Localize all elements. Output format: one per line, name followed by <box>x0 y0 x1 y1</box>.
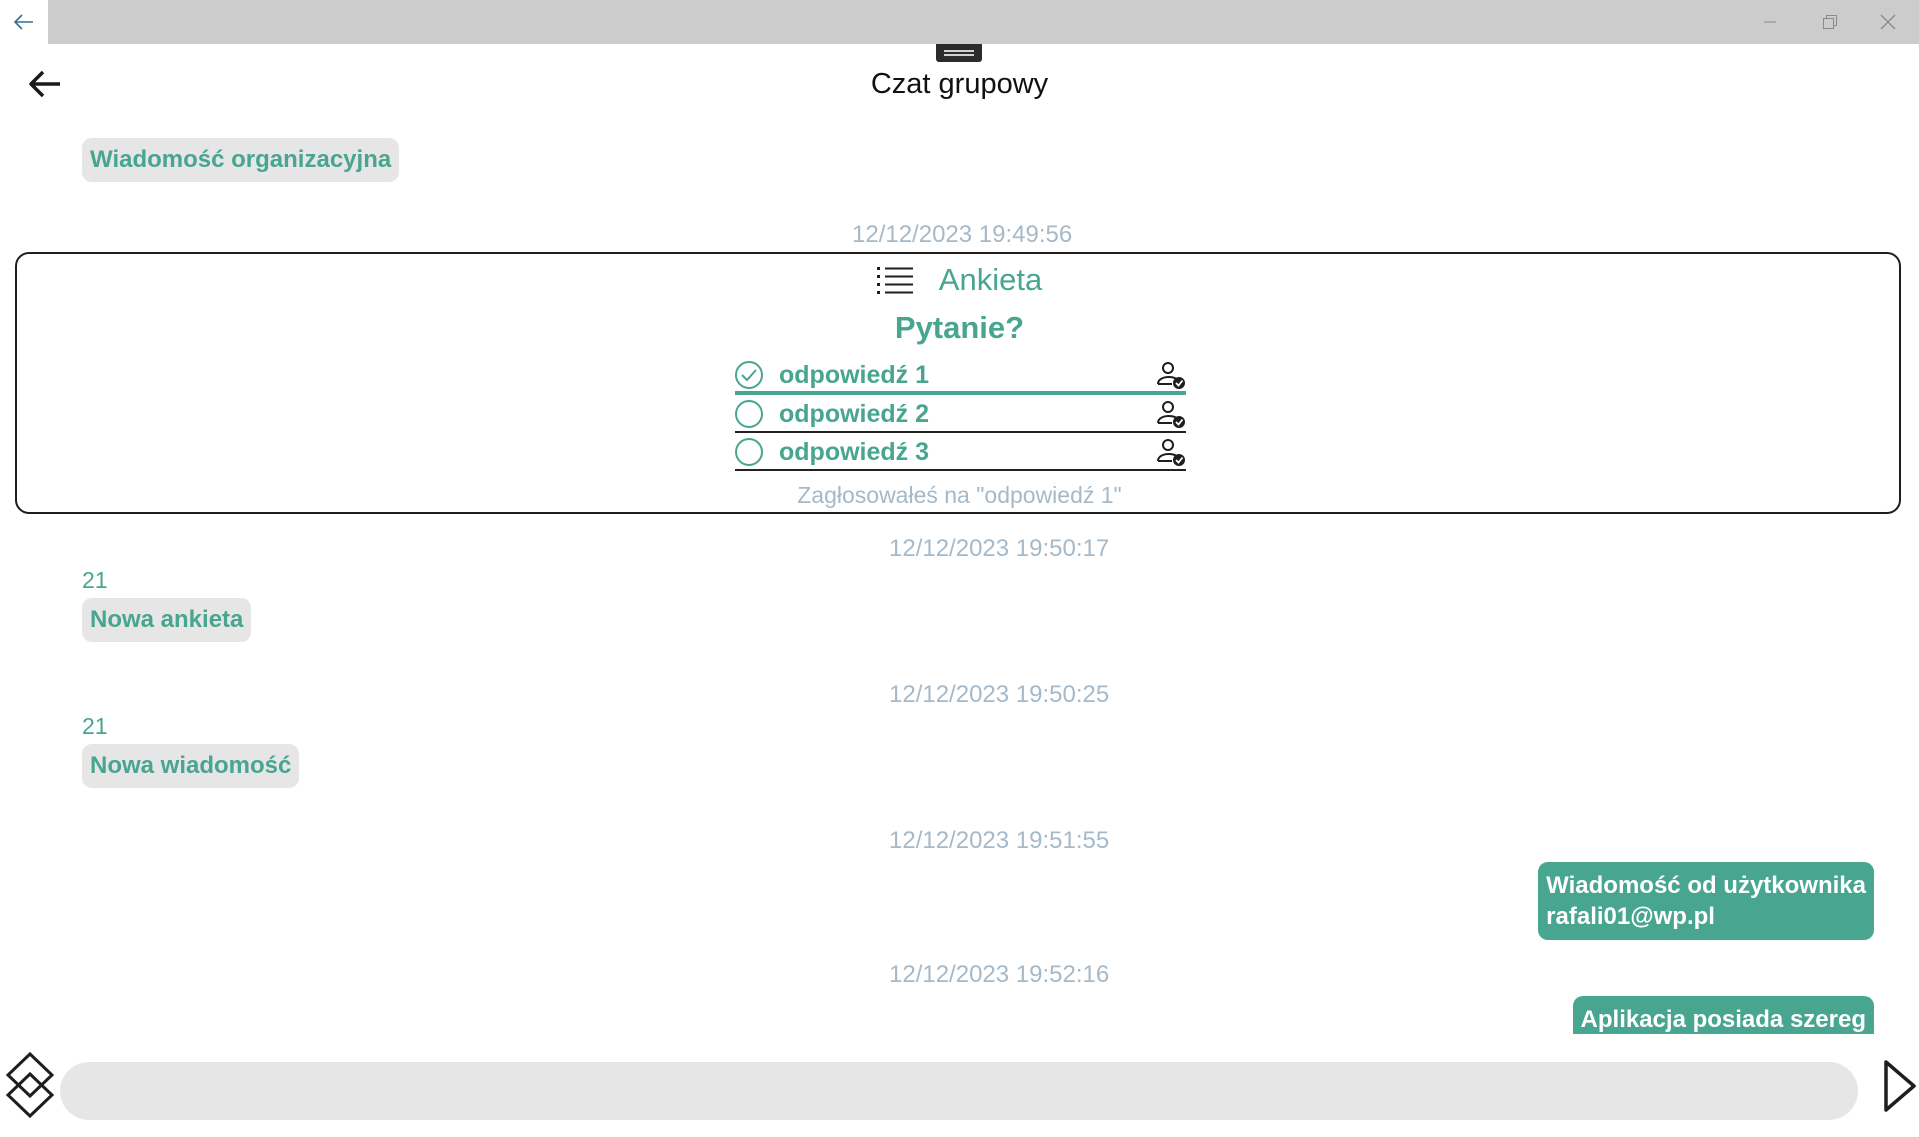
arrow-left-icon <box>14 14 33 30</box>
diamond-menu-icon[interactable] <box>5 1050 55 1120</box>
radio-icon <box>735 438 763 466</box>
message-input-container <box>60 1062 1858 1120</box>
close-button[interactable] <box>1858 0 1918 44</box>
poll-option-3[interactable]: odpowiedź 3 <box>735 435 1186 471</box>
message-bubble: Nowa wiadomość <box>82 744 300 788</box>
minimize-button[interactable] <box>1740 0 1800 44</box>
window-titlebar <box>0 0 1919 44</box>
restore-icon <box>1823 15 1837 29</box>
poll-option-label: odpowiedź 1 <box>779 360 929 389</box>
message-bubble: Nowa ankieta <box>82 598 252 642</box>
checked-radio-icon <box>735 361 763 389</box>
timestamp: 12/12/2023 19:50:17 <box>889 535 1110 562</box>
send-icon[interactable] <box>1882 1056 1918 1116</box>
poll-option-1[interactable]: odpowiedź 1 <box>735 359 1186 395</box>
message-line: rafali01@wp.pl <box>1546 903 1715 930</box>
message-input[interactable] <box>60 1062 1858 1120</box>
message-sender: 21 <box>82 713 108 739</box>
timestamp: 12/12/2023 19:51:55 <box>889 827 1110 854</box>
own-message-bubble: Wiadomość od użytkownika rafali01@wp.pl <box>1538 862 1874 940</box>
window-back-button[interactable] <box>0 0 48 44</box>
timestamp: 12/12/2023 19:49:56 <box>852 221 1073 248</box>
poll-header: Ankieta <box>0 262 1919 298</box>
poll-title: Ankieta <box>938 262 1043 297</box>
poll-option-label: odpowiedź 3 <box>779 437 929 466</box>
list-icon <box>876 267 913 294</box>
scroll-clip <box>0 1034 1919 1052</box>
poll-vote-status: Zagłosowałeś na "odpowiedź 1" <box>797 482 1122 508</box>
close-icon <box>1880 14 1896 30</box>
voters-icon[interactable] <box>1156 360 1186 390</box>
poll-option-2[interactable]: odpowiedź 2 <box>735 397 1186 433</box>
drag-handle[interactable] <box>936 44 982 62</box>
poll-question: Pytanie? <box>894 310 1025 345</box>
voters-icon[interactable] <box>1156 437 1186 467</box>
timestamp: 12/12/2023 19:50:25 <box>889 681 1110 708</box>
org-message-bubble: Wiadomość organizacyjna <box>82 138 400 182</box>
minimize-icon <box>1764 21 1776 23</box>
poll-option-label: odpowiedź 2 <box>779 399 929 428</box>
page-title: Czat grupowy <box>870 68 1049 100</box>
voters-icon[interactable] <box>1156 399 1186 429</box>
message-sender: 21 <box>82 567 108 593</box>
restore-button[interactable] <box>1800 0 1860 44</box>
message-line: Wiadomość od użytkownika <box>1546 872 1866 899</box>
timestamp: 12/12/2023 19:52:16 <box>889 961 1110 988</box>
radio-icon <box>735 400 763 428</box>
